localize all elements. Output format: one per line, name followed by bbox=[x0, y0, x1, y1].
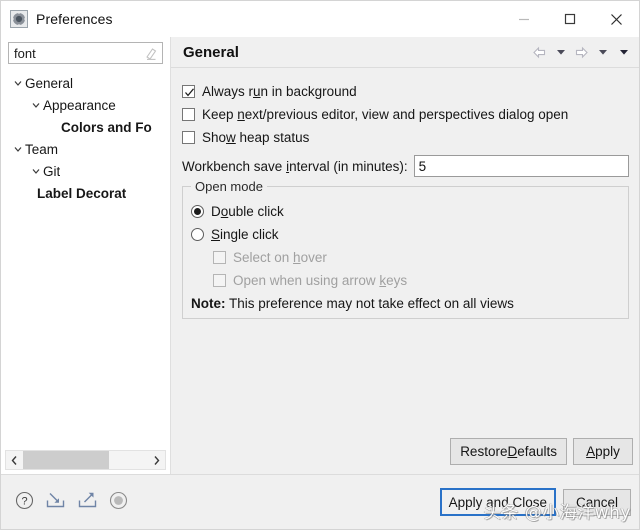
tree-item-team[interactable]: Team bbox=[1, 138, 170, 160]
sidebar-horizontal-scrollbar[interactable] bbox=[5, 450, 166, 470]
window-controls bbox=[501, 1, 639, 37]
checkbox-label: Always run in background bbox=[202, 84, 357, 99]
caret-down-icon[interactable] bbox=[593, 42, 612, 62]
chevron-down-icon[interactable] bbox=[11, 72, 25, 94]
page-content: Always run in background Keep next/previ… bbox=[171, 68, 639, 438]
radio-button[interactable] bbox=[191, 228, 204, 241]
svg-text:?: ? bbox=[21, 496, 27, 508]
checkbox-label: Select on hover bbox=[233, 250, 327, 265]
checkbox-box bbox=[213, 274, 226, 287]
tree-item-general[interactable]: General bbox=[1, 72, 170, 94]
chevron-down-icon[interactable] bbox=[29, 160, 43, 182]
tree-item-label: Appearance bbox=[43, 97, 116, 113]
maximize-button[interactable] bbox=[547, 1, 593, 37]
tree-item-label: Label Decorat bbox=[37, 185, 127, 201]
checkbox-box[interactable] bbox=[182, 108, 195, 121]
apply-and-close-button[interactable]: Apply and Close bbox=[439, 488, 556, 516]
page-nav-toolbar bbox=[530, 42, 633, 62]
workbench-save-interval-label: Workbench save interval (in minutes): bbox=[182, 158, 408, 174]
checkbox-select-on-hover: Select on hover bbox=[213, 246, 628, 269]
footer-icon-bar: ? bbox=[15, 491, 128, 513]
view-menu-caret-down-icon[interactable] bbox=[614, 42, 633, 62]
chevron-right-icon[interactable] bbox=[148, 451, 165, 469]
preference-page: General Always run in background Keep ne… bbox=[170, 37, 639, 474]
preferences-dialog: Preferences font General Appearance Colo… bbox=[0, 0, 640, 530]
radio-selected-dot bbox=[194, 208, 201, 215]
checkbox-always-run-in-background[interactable]: Always run in background bbox=[182, 80, 633, 103]
preferences-tree[interactable]: General Appearance Colors and Fo Team Gi… bbox=[1, 72, 170, 450]
radio-single-click[interactable]: Single click bbox=[191, 223, 628, 246]
search-input[interactable] bbox=[9, 43, 162, 63]
workbench-save-interval-input[interactable] bbox=[413, 155, 629, 177]
dialog-footer: ? Apply and Close Cancel 头条 @小海洋why bbox=[1, 475, 639, 529]
tree-item-label: Git bbox=[43, 163, 61, 179]
checkbox-label: Open when using arrow keys bbox=[233, 273, 408, 288]
restore-defaults-button[interactable]: Restore Defaults bbox=[450, 438, 567, 465]
scrollbar-thumb[interactable] bbox=[23, 451, 110, 469]
checkbox-box bbox=[213, 251, 226, 264]
tree-item-git[interactable]: Git bbox=[1, 160, 170, 182]
cancel-button[interactable]: Cancel bbox=[562, 488, 631, 516]
title-bar: Preferences bbox=[1, 1, 639, 37]
target-icon[interactable] bbox=[109, 491, 128, 513]
checkbox-keep-next-previous-dialog-open[interactable]: Keep next/previous editor, view and pers… bbox=[182, 103, 633, 126]
note-label: Note: bbox=[191, 296, 226, 311]
minimize-button[interactable] bbox=[501, 1, 547, 37]
tree-item-label: Colors and Fo bbox=[61, 119, 152, 135]
footer-button-bar: Apply and Close Cancel bbox=[439, 488, 631, 516]
arrow-right-icon[interactable] bbox=[572, 42, 591, 62]
help-icon[interactable]: ? bbox=[15, 491, 34, 513]
check-mark-icon bbox=[184, 86, 195, 101]
checkbox-show-heap-status[interactable]: Show heap status bbox=[182, 126, 633, 149]
open-mode-group-title: Open mode bbox=[191, 179, 267, 194]
checkbox-label: Show heap status bbox=[202, 130, 310, 145]
eraser-icon[interactable] bbox=[144, 46, 158, 61]
page-button-bar: Restore Defaults Apply bbox=[171, 438, 639, 474]
chevron-left-icon[interactable] bbox=[6, 451, 23, 469]
chevron-down-icon[interactable] bbox=[29, 94, 43, 116]
tree-item-label: General bbox=[25, 75, 74, 91]
tree-item-appearance[interactable]: Appearance bbox=[1, 94, 170, 116]
caret-down-icon[interactable] bbox=[551, 42, 570, 62]
note-text: This preference may not take effect on a… bbox=[229, 296, 514, 311]
page-header: General bbox=[171, 37, 639, 68]
gear-icon bbox=[10, 10, 28, 28]
sidebar: General Appearance Colors and Fo Team bbox=[1, 37, 170, 474]
checkbox-box[interactable] bbox=[182, 85, 195, 98]
chevron-down-icon[interactable] bbox=[11, 138, 25, 160]
tree-item-label-decorations[interactable]: Label Decorat bbox=[1, 182, 170, 204]
radio-label: Double click bbox=[211, 204, 284, 219]
export-icon[interactable] bbox=[77, 491, 98, 513]
tree-item-label: Team bbox=[25, 141, 59, 157]
import-icon[interactable] bbox=[45, 491, 66, 513]
page-title: General bbox=[183, 43, 239, 61]
arrow-left-icon[interactable] bbox=[530, 42, 549, 62]
apply-button[interactable]: Apply bbox=[573, 438, 633, 465]
close-button[interactable] bbox=[593, 1, 639, 37]
tree-item-colors-and-fonts[interactable]: Colors and Fo bbox=[1, 116, 170, 138]
dialog-body: General Appearance Colors and Fo Team bbox=[1, 37, 639, 474]
checkbox-label: Keep next/previous editor, view and pers… bbox=[202, 107, 569, 122]
open-mode-note: Note: This preference may not take effec… bbox=[191, 296, 628, 311]
open-mode-group: Open mode Double click Single click Sele… bbox=[182, 179, 629, 319]
checkbox-box[interactable] bbox=[182, 131, 195, 144]
scrollbar-track[interactable] bbox=[23, 451, 148, 469]
radio-double-click[interactable]: Double click bbox=[191, 200, 628, 223]
checkbox-open-when-using-arrow-keys: Open when using arrow keys bbox=[213, 269, 628, 292]
radio-button[interactable] bbox=[191, 205, 204, 218]
filter-search-box[interactable] bbox=[8, 42, 163, 64]
workbench-save-interval-row: Workbench save interval (in minutes): bbox=[182, 155, 633, 177]
radio-label: Single click bbox=[211, 227, 279, 242]
window-title: Preferences bbox=[36, 11, 113, 27]
